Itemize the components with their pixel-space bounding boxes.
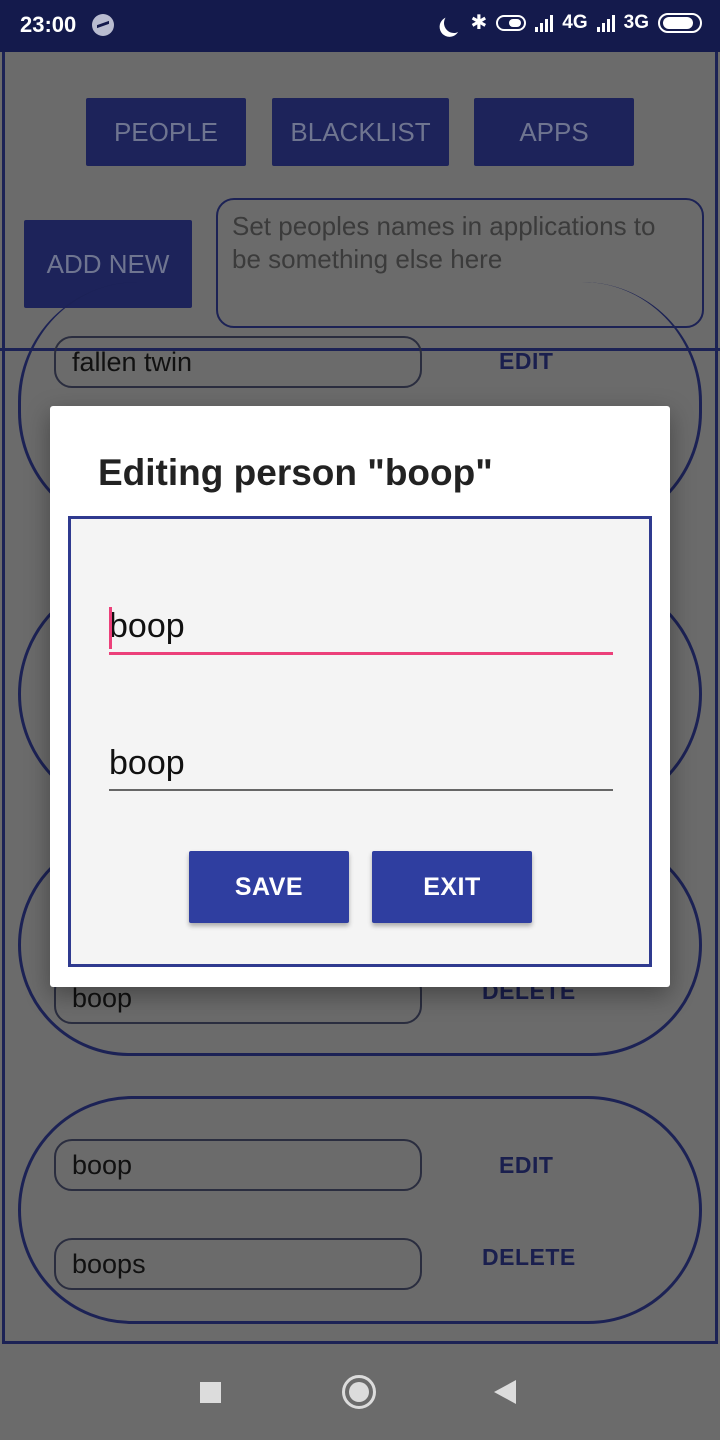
edit-person-dialog: Editing person "boop" boop boop SAVE EXI… [50,406,670,987]
status-time: 23:00 [20,12,77,37]
status-bar: 23:00 ✱ 4G 3G [0,0,720,52]
save-button[interactable]: SAVE [189,851,349,923]
network-type-4g: 4G [562,11,588,33]
name-input-value: boop [109,607,185,645]
alias-input[interactable]: boop [109,735,613,791]
tab-blacklist[interactable]: BLACKLIST [272,98,449,166]
moon-icon [442,11,465,34]
recents-icon[interactable] [200,1382,221,1403]
bluetooth-icon: ✱ [470,12,488,34]
exit-button[interactable]: EXIT [372,851,532,923]
edit-button[interactable]: EDIT [499,348,553,375]
dialog-title: Editing person "boop" [98,452,493,493]
text-cursor [109,607,112,649]
navigation-bar [0,1344,720,1440]
person-name-field[interactable]: boop [54,1139,422,1191]
tab-apps[interactable]: APPS [474,98,634,166]
edit-button[interactable]: EDIT [499,1152,553,1179]
name-input[interactable]: boop [109,599,613,655]
delete-button[interactable]: DELETE [482,1244,576,1271]
battery-icon [658,12,702,33]
status-icons: ✱ 4G 3G [438,10,702,35]
person-alias-field[interactable]: boops [54,1238,422,1290]
data-saver-icon [496,14,527,31]
signal-icon [535,14,554,32]
signal-icon [596,14,615,32]
tab-people[interactable]: PEOPLE [86,98,246,166]
back-icon[interactable] [494,1380,516,1404]
network-type-3g: 3G [623,11,649,33]
alias-input-value: boop [109,744,185,782]
messenger-icon [92,14,114,36]
person-name-field[interactable]: fallen twin [54,336,422,388]
home-icon[interactable] [342,1375,376,1409]
dialog-body: boop boop SAVE EXIT [68,516,652,967]
